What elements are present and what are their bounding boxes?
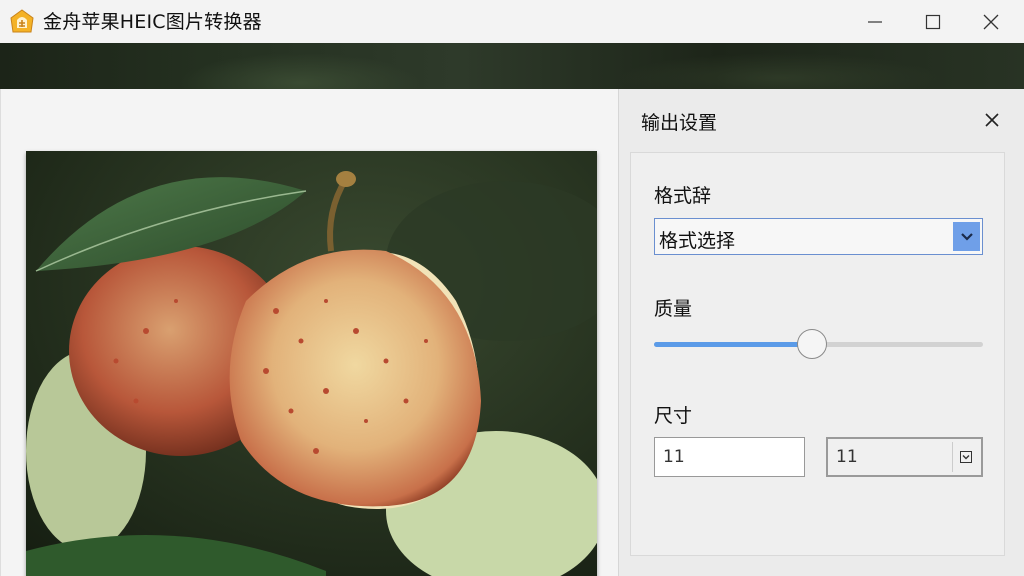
format-select-value: 格式选择 bbox=[659, 230, 736, 252]
quality-slider[interactable] bbox=[654, 329, 983, 359]
format-select[interactable]: 格式选择 bbox=[654, 218, 983, 255]
title-bar: 金舟苹果HEIC图片转换器 bbox=[0, 0, 1024, 43]
app-logo-icon bbox=[9, 8, 35, 34]
quality-label: 质量 bbox=[654, 298, 693, 320]
maximize-button[interactable] bbox=[904, 0, 962, 43]
dropdown-button[interactable] bbox=[953, 222, 980, 251]
window-title: 金舟苹果HEIC图片转换器 bbox=[43, 11, 262, 33]
width-input[interactable] bbox=[655, 438, 804, 476]
background-strip bbox=[0, 43, 1024, 89]
panel-title: 输出设置 bbox=[641, 112, 718, 134]
slider-fill bbox=[654, 342, 812, 347]
width-field[interactable] bbox=[654, 437, 805, 477]
height-spin-button[interactable] bbox=[952, 442, 979, 472]
close-window-button[interactable] bbox=[962, 0, 1020, 43]
settings-card: 格式辞 格式选择 质量 尺寸 bbox=[630, 152, 1005, 556]
height-field[interactable] bbox=[826, 437, 983, 477]
close-icon bbox=[985, 113, 999, 127]
chevron-down-icon bbox=[960, 232, 973, 241]
slider-thumb[interactable] bbox=[797, 329, 827, 359]
size-label: 尺寸 bbox=[654, 405, 693, 427]
settings-panel: 输出设置 格式辞 格式选择 质量 尺寸 bbox=[618, 89, 1024, 576]
dropdown-box-icon bbox=[960, 451, 972, 463]
preview-area bbox=[0, 89, 618, 576]
height-input[interactable] bbox=[828, 439, 950, 475]
panel-close-button[interactable] bbox=[979, 107, 1005, 133]
minimize-icon bbox=[868, 20, 882, 23]
close-icon bbox=[983, 14, 999, 29]
maximize-icon bbox=[925, 14, 941, 29]
apple-photo[interactable] bbox=[26, 151, 597, 576]
minimize-button[interactable] bbox=[846, 0, 904, 43]
format-label: 格式辞 bbox=[654, 185, 712, 207]
